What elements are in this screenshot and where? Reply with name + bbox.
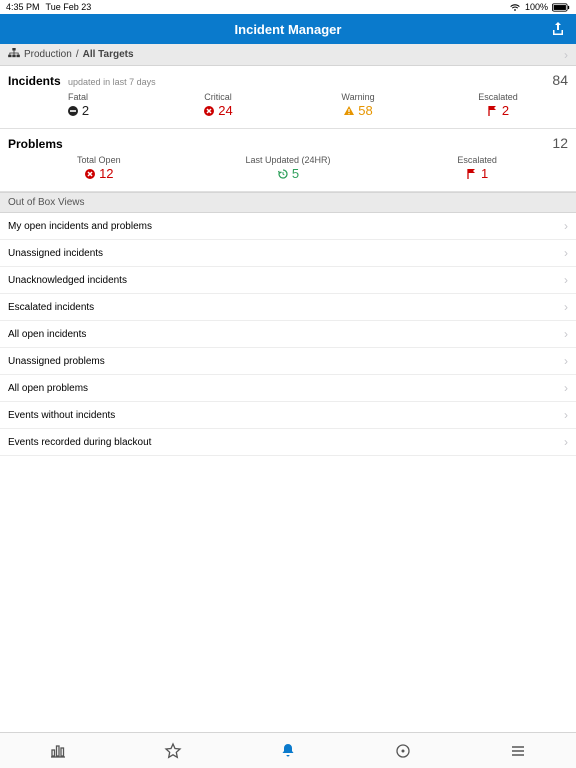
list-item-label: Unassigned incidents — [8, 248, 103, 259]
chevron-right-icon: › — [564, 381, 568, 395]
stat-escalated[interactable]: Escalated 2 — [463, 92, 533, 118]
x-circle-icon — [203, 105, 215, 117]
list-item-label: All open incidents — [8, 329, 86, 340]
stat-problems-escalated[interactable]: Escalated 1 — [442, 155, 512, 181]
x-circle-icon — [84, 168, 96, 180]
views-group-header: Out of Box Views — [0, 192, 576, 213]
history-icon — [277, 168, 289, 180]
list-item[interactable]: Unacknowledged incidents › — [0, 267, 576, 294]
incidents-title: Incidents — [8, 74, 61, 88]
chevron-right-icon: › — [564, 354, 568, 368]
status-date: Tue Feb 23 — [46, 2, 92, 12]
list-item-label: All open problems — [8, 383, 88, 394]
list-item-label: Unassigned problems — [8, 356, 105, 367]
stat-total-open[interactable]: Total Open 12 — [64, 155, 134, 181]
chevron-right-icon: › — [564, 48, 568, 62]
wifi-icon — [509, 3, 521, 12]
breadcrumb-sep: / — [76, 49, 79, 60]
tab-targets[interactable] — [346, 733, 461, 768]
problems-total: 12 — [552, 135, 568, 151]
tab-bar — [0, 732, 576, 768]
list-item[interactable]: All open incidents › — [0, 321, 576, 348]
content-spacer — [0, 456, 576, 732]
list-item[interactable]: Events without incidents › — [0, 402, 576, 429]
list-item[interactable]: My open incidents and problems › — [0, 213, 576, 240]
breadcrumb-parent: Production — [24, 49, 72, 60]
chevron-right-icon: › — [564, 246, 568, 260]
incidents-section: Incidents updated in last 7 days 84 Fata… — [0, 66, 576, 129]
list-item[interactable]: All open problems › — [0, 375, 576, 402]
chevron-right-icon: › — [564, 327, 568, 341]
stat-last-updated[interactable]: Last Updated (24HR) 5 — [245, 155, 330, 181]
flag-icon — [487, 105, 499, 117]
chevron-right-icon: › — [564, 273, 568, 287]
list-item-label: Escalated incidents — [8, 302, 94, 313]
problems-section: Problems 12 Total Open 12 Last Updated (… — [0, 129, 576, 192]
chevron-right-icon: › — [564, 219, 568, 233]
list-item[interactable]: Events recorded during blackout › — [0, 429, 576, 456]
tab-menu[interactable] — [461, 733, 576, 768]
stat-fatal[interactable]: Fatal 2 — [43, 92, 113, 118]
battery-icon — [552, 3, 570, 12]
nav-bar: Incident Manager — [0, 14, 576, 44]
incidents-total: 84 — [552, 72, 568, 88]
list-item-label: Unacknowledged incidents — [8, 275, 127, 286]
list-item[interactable]: Unassigned problems › — [0, 348, 576, 375]
hierarchy-icon — [8, 48, 20, 61]
status-time: 4:35 PM — [6, 2, 40, 12]
flag-icon — [466, 168, 478, 180]
chevron-right-icon: › — [564, 300, 568, 314]
status-bar: 4:35 PM Tue Feb 23 100% — [0, 0, 576, 14]
tab-alerts[interactable] — [230, 733, 345, 768]
warning-icon — [343, 105, 355, 117]
share-button[interactable] — [550, 14, 566, 44]
breadcrumb[interactable]: Production / All Targets › — [0, 44, 576, 66]
incidents-subtitle: updated in last 7 days — [68, 77, 156, 87]
minus-circle-icon — [67, 105, 79, 117]
stat-critical[interactable]: Critical 24 — [183, 92, 253, 118]
problems-title: Problems — [8, 137, 63, 151]
stat-warning[interactable]: Warning 58 — [323, 92, 393, 118]
chevron-right-icon: › — [564, 435, 568, 449]
list-item-label: My open incidents and problems — [8, 221, 152, 232]
breadcrumb-current: All Targets — [83, 49, 134, 60]
tab-favorites[interactable] — [115, 733, 230, 768]
list-item-label: Events without incidents — [8, 410, 115, 421]
battery-percent: 100% — [525, 2, 548, 12]
tab-analytics[interactable] — [0, 733, 115, 768]
page-title: Incident Manager — [235, 22, 342, 37]
chevron-right-icon: › — [564, 408, 568, 422]
list-item[interactable]: Escalated incidents › — [0, 294, 576, 321]
list-item-label: Events recorded during blackout — [8, 437, 151, 448]
list-item[interactable]: Unassigned incidents › — [0, 240, 576, 267]
